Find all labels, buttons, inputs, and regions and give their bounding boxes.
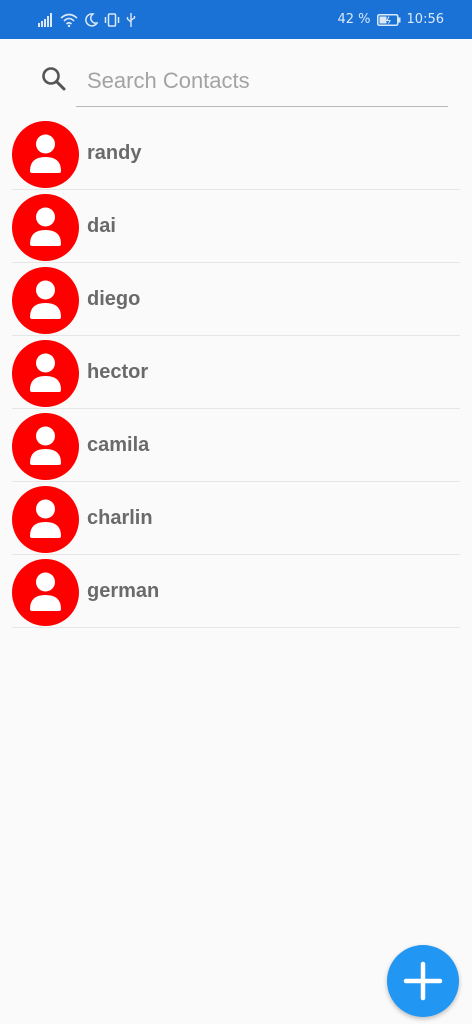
contact-row[interactable]: randy [12,117,460,190]
wifi-icon [60,13,78,27]
plus-icon [403,961,443,1001]
battery-percent: 42 % [337,12,371,27]
avatar [12,486,79,553]
contact-name: german [87,580,160,602]
avatar [12,559,79,626]
contact-row[interactable]: dai [12,190,460,263]
person-icon [30,353,61,392]
search-input[interactable] [76,55,448,107]
add-contact-button[interactable] [387,945,459,1017]
contact-name: camila [87,434,150,456]
person-icon [30,134,61,173]
search-icon [42,67,66,91]
avatar [12,340,79,407]
contact-name: charlin [87,507,153,529]
contact-name: randy [87,142,142,164]
avatar [12,194,79,261]
contact-name: dai [87,215,116,237]
status-time: 10:56 [406,12,444,27]
avatar [12,121,79,188]
status-icons-right: 42 % 10:56 [338,11,445,29]
battery-icon [376,14,401,26]
usb-icon [126,13,136,27]
search-bar [0,55,472,109]
signal-icon [38,13,52,27]
avatar [12,413,79,480]
person-icon [30,207,61,246]
vibrate-icon [104,13,120,27]
contact-row[interactable]: camila [12,409,460,482]
contact-name: hector [87,361,149,383]
person-icon [30,499,61,538]
avatar [12,267,79,334]
person-icon [30,280,61,319]
person-icon [30,572,61,611]
contact-row[interactable]: hector [12,336,460,409]
person-icon [30,426,61,465]
contacts-screen: 42 % 10:56 randy dai diego hector camila char… [0,0,472,1024]
status-icons-left [38,11,136,29]
contact-list: randy dai diego hector camila charlin german [12,117,460,628]
contact-name: diego [87,288,141,310]
status-bar: 42 % 10:56 [0,0,472,39]
moon-icon [85,13,98,27]
contact-row[interactable]: german [12,555,460,628]
contact-row[interactable]: charlin [12,482,460,555]
contact-row[interactable]: diego [12,263,460,336]
